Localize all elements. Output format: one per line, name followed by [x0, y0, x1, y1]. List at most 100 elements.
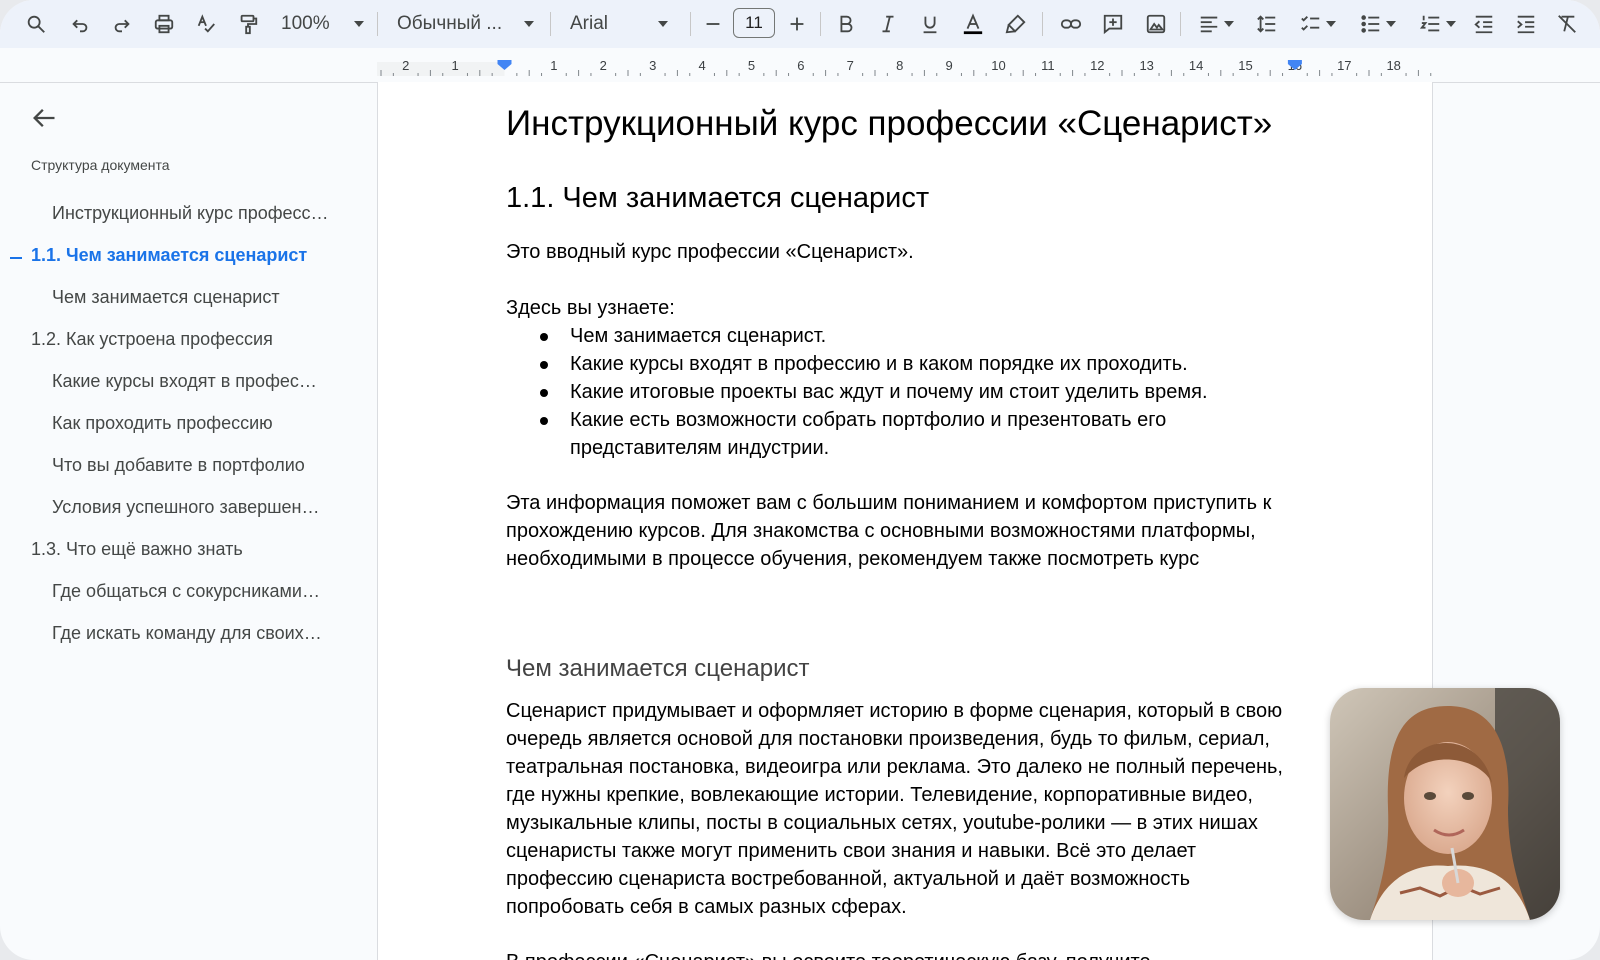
italic-icon[interactable]: [874, 8, 902, 40]
bullet-icon: [540, 389, 548, 397]
decrease-indent-icon[interactable]: [1470, 8, 1498, 40]
outline-item-active[interactable]: 1.1. Чем занимается сценарист: [31, 245, 336, 266]
learn-heading: Здесь вы узнаете:: [506, 297, 675, 319]
underline-icon[interactable]: [916, 8, 944, 40]
font-size-input[interactable]: 11: [733, 8, 775, 38]
active-item-marker: [10, 257, 22, 259]
image-icon[interactable]: [1142, 8, 1170, 40]
divider: [550, 12, 551, 36]
highlight-icon[interactable]: [1002, 8, 1030, 40]
outline-item[interactable]: Условия успешного завершен…: [52, 497, 340, 518]
ruler-label: 11: [1041, 58, 1055, 73]
chevron-down-icon: [1224, 21, 1234, 27]
document-page[interactable]: Инструкционный курс профессии «Сценарист…: [377, 82, 1433, 960]
list-item-text: Какие курсы входят в профессию и в каком…: [570, 353, 1188, 375]
ruler-label: 14: [1189, 58, 1203, 73]
increase-font-size-button[interactable]: [783, 8, 811, 40]
paragraph-style-select[interactable]: Обычный ...: [397, 8, 537, 40]
outline-item[interactable]: Где общаться с сокурсниками…: [52, 581, 340, 602]
line-spacing-icon[interactable]: [1252, 8, 1282, 40]
info-paragraph: Эта информация поможет вам с большим пон…: [506, 492, 1272, 570]
outline-item[interactable]: Какие курсы входят в профес…: [52, 371, 340, 392]
ruler-margin-left: [377, 62, 505, 76]
zoom-value: 100%: [281, 13, 330, 34]
chevron-down-icon: [353, 21, 364, 27]
chevron-down-icon: [524, 21, 535, 27]
numbered-list-select[interactable]: [1414, 8, 1462, 40]
bold-icon[interactable]: [832, 8, 860, 40]
ruler-area: 21123456789101112131415161718: [0, 48, 1600, 83]
text-color-icon[interactable]: [958, 8, 988, 40]
chevron-down-icon: [658, 21, 669, 27]
print-icon[interactable]: [150, 8, 178, 40]
ruler-label: 7: [847, 58, 854, 73]
app-window: 100% Обычный ... Arial 11 2 1 1 2 3 4 5 …: [0, 0, 1600, 960]
outline-item[interactable]: Где искать команду для своих…: [52, 623, 340, 644]
ruler-label: 1: [550, 58, 557, 73]
chevron-down-icon: [1446, 21, 1456, 27]
body-paragraph: Сценарист придумывает и оформляет истори…: [506, 700, 1283, 918]
outline-item[interactable]: 1.2. Как устроена профессия: [31, 329, 336, 350]
list-item: Какие итоговые проекты вас ждут и почему…: [506, 378, 1306, 406]
outline-item[interactable]: 1.3. Что ещё важно знать: [31, 539, 336, 560]
toolbar: 100% Обычный ... Arial 11: [0, 0, 1600, 48]
intro-paragraph: Это вводный курс профессии «Сценарист».: [506, 241, 914, 263]
document-outline-panel: Структура документа Инструкционный курс …: [0, 82, 377, 960]
redo-icon[interactable]: [108, 8, 136, 40]
comment-icon[interactable]: [1099, 8, 1127, 40]
webcam-video-overlay[interactable]: [1330, 688, 1560, 920]
ruler-label: 2: [600, 58, 607, 73]
ruler-label: 17: [1337, 58, 1351, 73]
ruler-label: 13: [1139, 58, 1153, 73]
bullet-icon: [540, 333, 548, 341]
list-item: Чем занимается сценарист.: [506, 322, 1306, 350]
ruler-label: 6: [797, 58, 804, 73]
clear-formatting-icon[interactable]: [1553, 8, 1581, 40]
chevron-down-icon: [1326, 21, 1336, 27]
checklist-select[interactable]: [1294, 8, 1342, 40]
outline-item[interactable]: Что вы добавите в портфолио: [52, 455, 340, 476]
link-icon[interactable]: [1056, 8, 1086, 40]
ruler-label: 5: [748, 58, 755, 73]
ruler-label: 12: [1090, 58, 1104, 73]
list-item-text: Чем занимается сценарист.: [570, 325, 827, 347]
heading-2: 1.1. Чем занимается сценарист: [506, 182, 930, 214]
bullet-icon: [540, 361, 548, 369]
divider: [820, 12, 821, 36]
ruler-label: 1: [451, 58, 458, 73]
outline-item[interactable]: Инструкционный курс професс…: [52, 203, 340, 224]
chevron-down-icon: [1386, 21, 1396, 27]
divider: [690, 12, 691, 36]
back-arrow-icon[interactable]: [30, 104, 58, 132]
bulleted-list-select[interactable]: [1354, 8, 1402, 40]
undo-icon[interactable]: [66, 8, 94, 40]
spellcheck-icon[interactable]: [192, 8, 220, 40]
ruler-label: 10: [991, 58, 1005, 73]
ruler-label: 4: [698, 58, 705, 73]
list-item: Какие есть возможности собрать портфолио…: [506, 406, 1250, 462]
ruler-label: 3: [649, 58, 656, 73]
list-item: Какие курсы входят в профессию и в каком…: [506, 350, 1306, 378]
ruler-label: 8: [896, 58, 903, 73]
bullet-icon: [540, 417, 548, 425]
outline-item[interactable]: Чем занимается сценарист: [52, 287, 340, 308]
divider: [1042, 12, 1043, 36]
paint-format-icon[interactable]: [234, 8, 262, 40]
decrease-font-size-button[interactable]: [700, 8, 726, 40]
paragraph-style-value: Обычный ...: [397, 13, 503, 34]
heading-3: Чем занимается сценарист: [506, 655, 810, 682]
list-item-text: Какие итоговые проекты вас ждут и почему…: [570, 381, 1208, 403]
outline-title: Структура документа: [31, 157, 170, 173]
divider: [377, 12, 378, 36]
search-icon[interactable]: [22, 8, 50, 40]
cut-off-paragraph: В профессии «Сценарист» вы освоите теоре…: [506, 948, 1151, 960]
zoom-select[interactable]: 100%: [281, 8, 371, 40]
divider: [1180, 12, 1181, 36]
font-family-select[interactable]: Arial: [570, 8, 674, 40]
align-select[interactable]: [1192, 8, 1240, 40]
ruler-label: 15: [1238, 58, 1252, 73]
ruler-label: 18: [1386, 58, 1400, 73]
ruler[interactable]: 21123456789101112131415161718: [377, 58, 1433, 80]
outline-item[interactable]: Как проходить профессию: [52, 413, 340, 434]
increase-indent-icon[interactable]: [1512, 8, 1540, 40]
